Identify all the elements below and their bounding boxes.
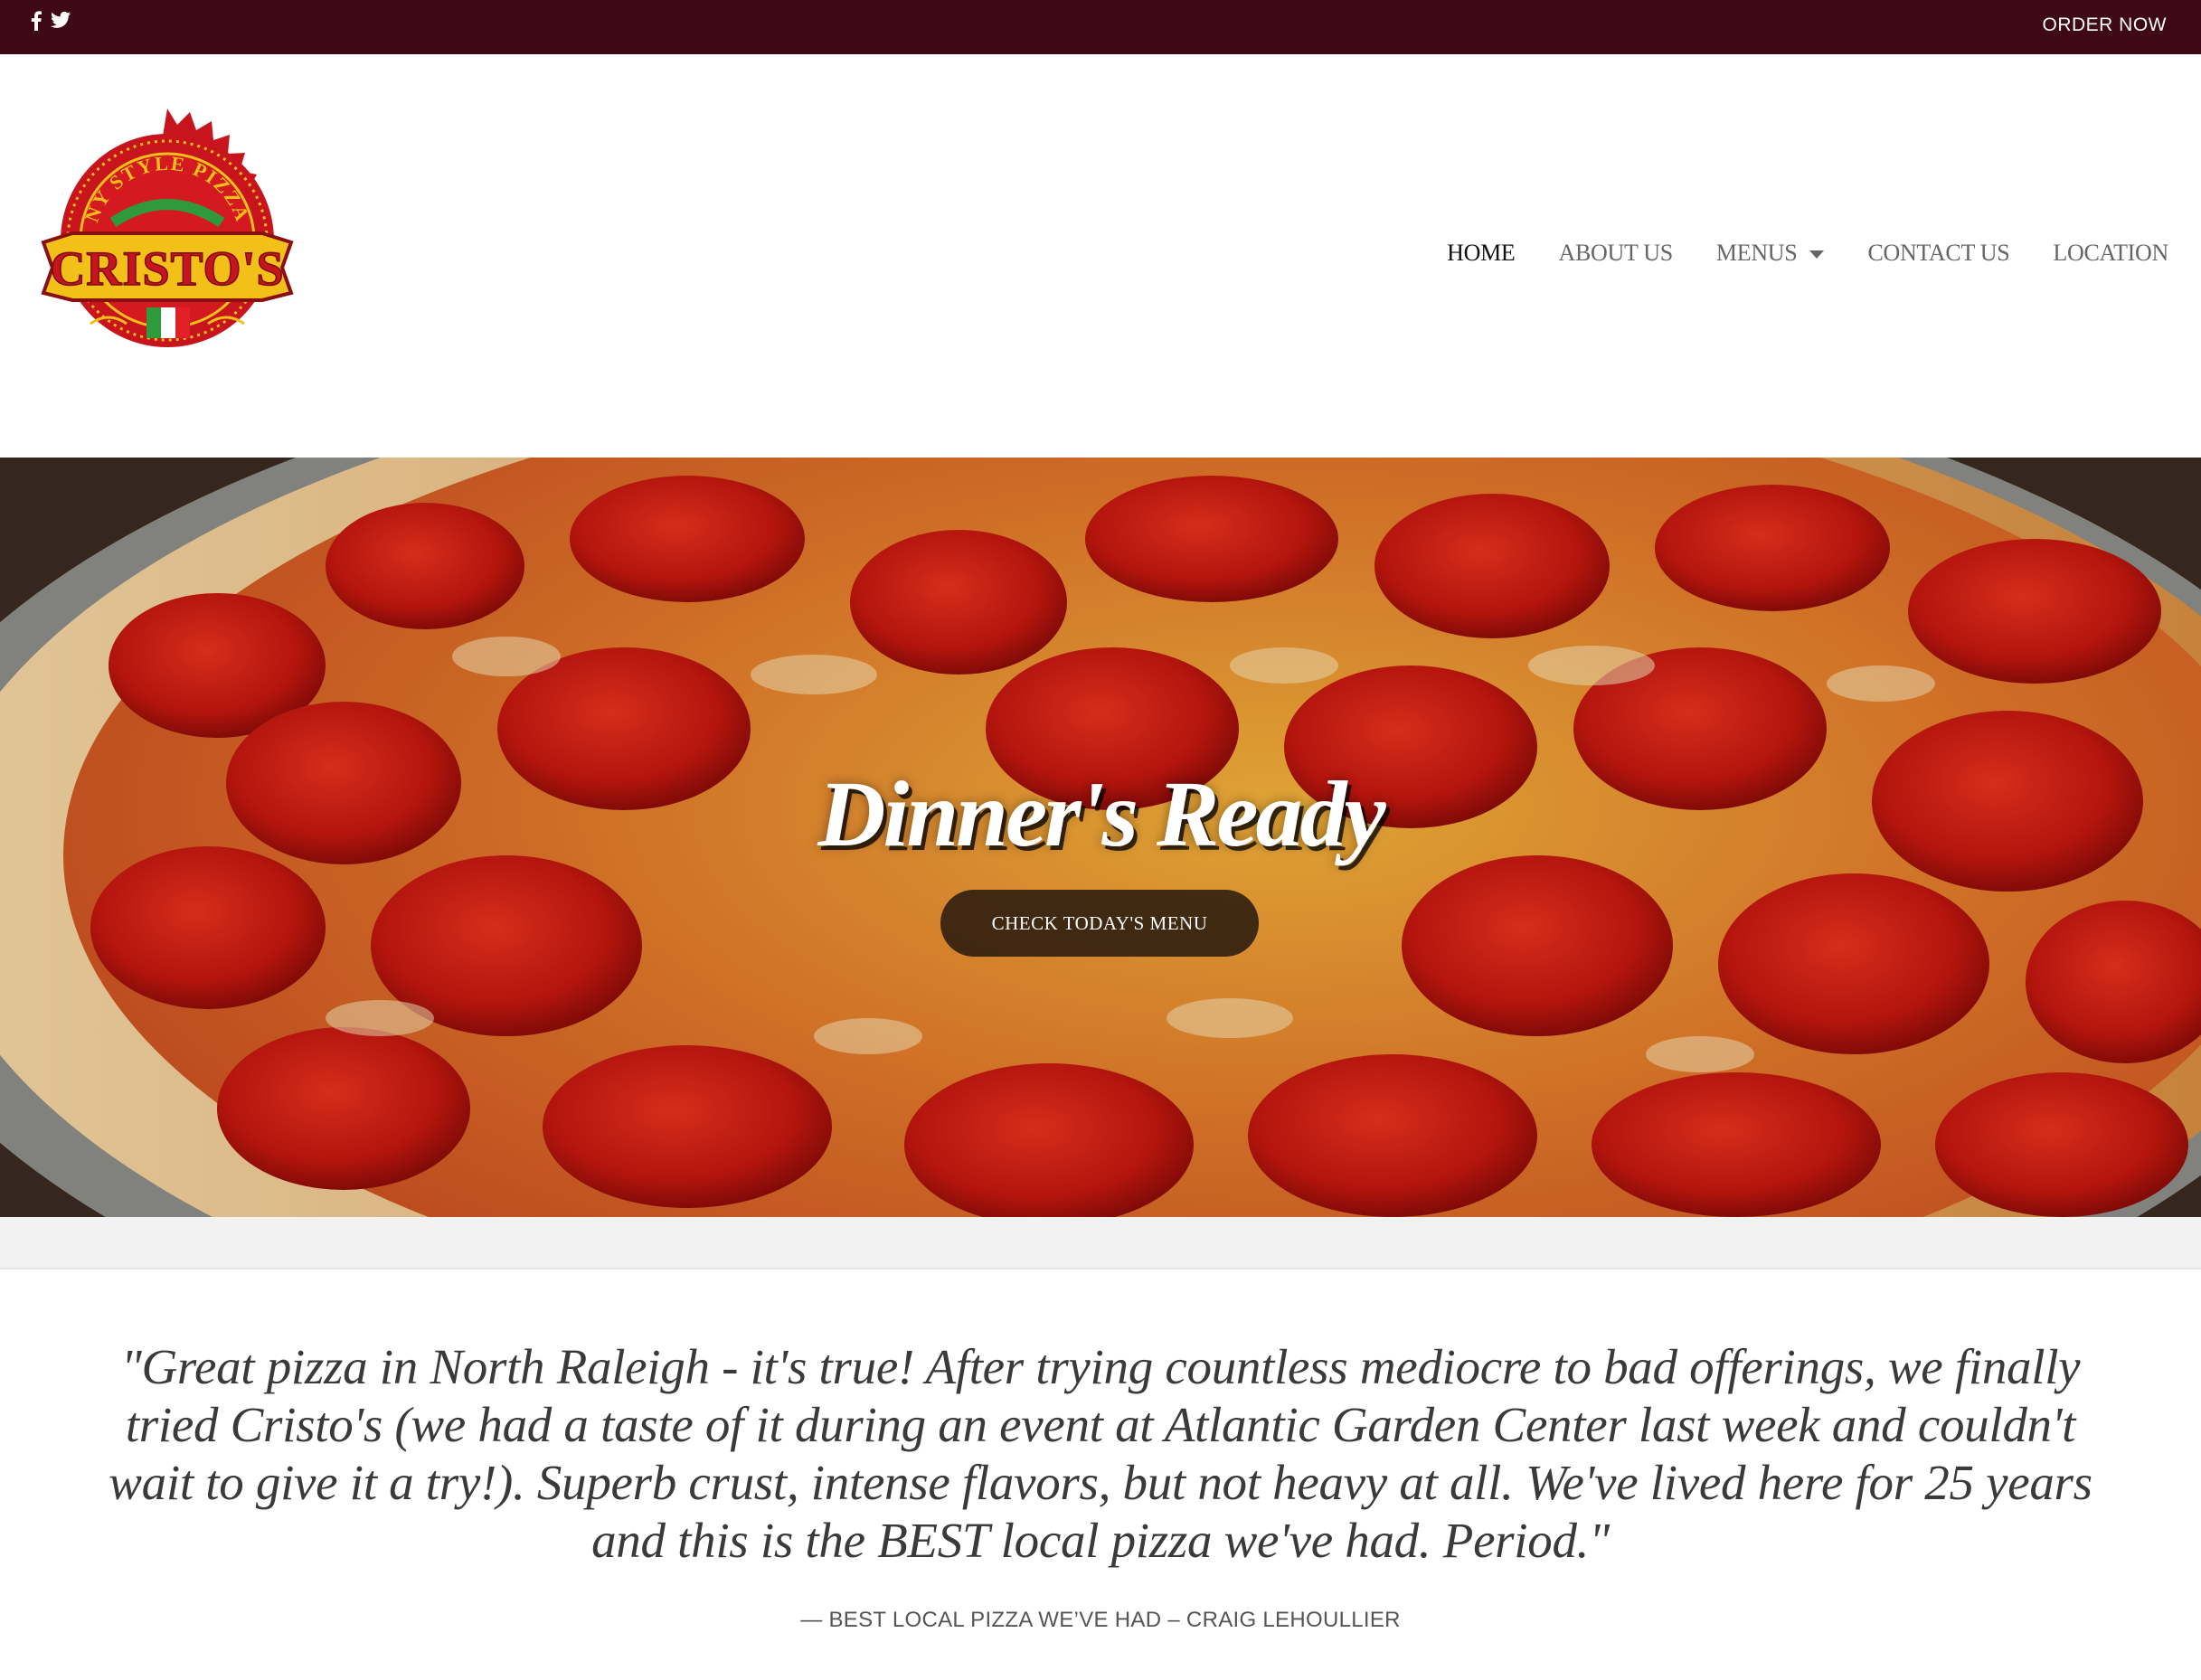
top-bar: ORDER NOW (0, 0, 2201, 54)
check-menu-button[interactable]: CHECK TODAY'S MENU (940, 890, 1259, 957)
main-nav: HOME ABOUT US MENUS CONTACT US LOCATION (1403, 240, 2168, 267)
testimonial-cite: — BEST LOCAL PIZZA WE’VE HAD – CRAIG LEH… (800, 1608, 1401, 1632)
svg-text:CRISTO'S: CRISTO'S (50, 241, 284, 296)
hero-banner: Dinner's Ready CHECK TODAY'S MENU (0, 458, 2201, 1217)
testimonial: "Great pizza in North Raleigh - it's tru… (90, 1338, 2111, 1633)
social-links (31, 11, 71, 31)
nav-home[interactable]: HOME (1447, 240, 1516, 267)
nav-contact-us[interactable]: CONTACT US (1867, 240, 2009, 267)
twitter-icon[interactable] (51, 11, 71, 31)
cristos-logo[interactable]: NY STYLE PIZZA CRISTO'S (27, 107, 307, 387)
site-header: NY STYLE PIZZA CRISTO'S HOME ABOUT US ME… (0, 54, 2201, 458)
order-now-link[interactable]: ORDER NOW (2043, 13, 2168, 38)
facebook-icon[interactable] (31, 11, 42, 31)
nav-menus-label: MENUS (1715, 240, 1798, 266)
nav-contact-us-label: CONTACT US (1867, 240, 2010, 266)
nav-location[interactable]: LOCATION (2053, 240, 2168, 267)
nav-about-us-label: ABOUT US (1558, 240, 1674, 266)
testimonial-quote: "Great pizza in North Raleigh - it's tru… (109, 1339, 2092, 1568)
section-divider (0, 1217, 2201, 1269)
nav-menus[interactable]: MENUS (1716, 240, 1825, 267)
nav-location-label: LOCATION (2053, 240, 2168, 266)
chevron-down-icon (1809, 250, 1825, 259)
nav-about-us[interactable]: ABOUT US (1558, 240, 1674, 267)
hero-title: Dinner's Ready (817, 762, 1385, 866)
nav-home-label: HOME (1447, 240, 1516, 266)
